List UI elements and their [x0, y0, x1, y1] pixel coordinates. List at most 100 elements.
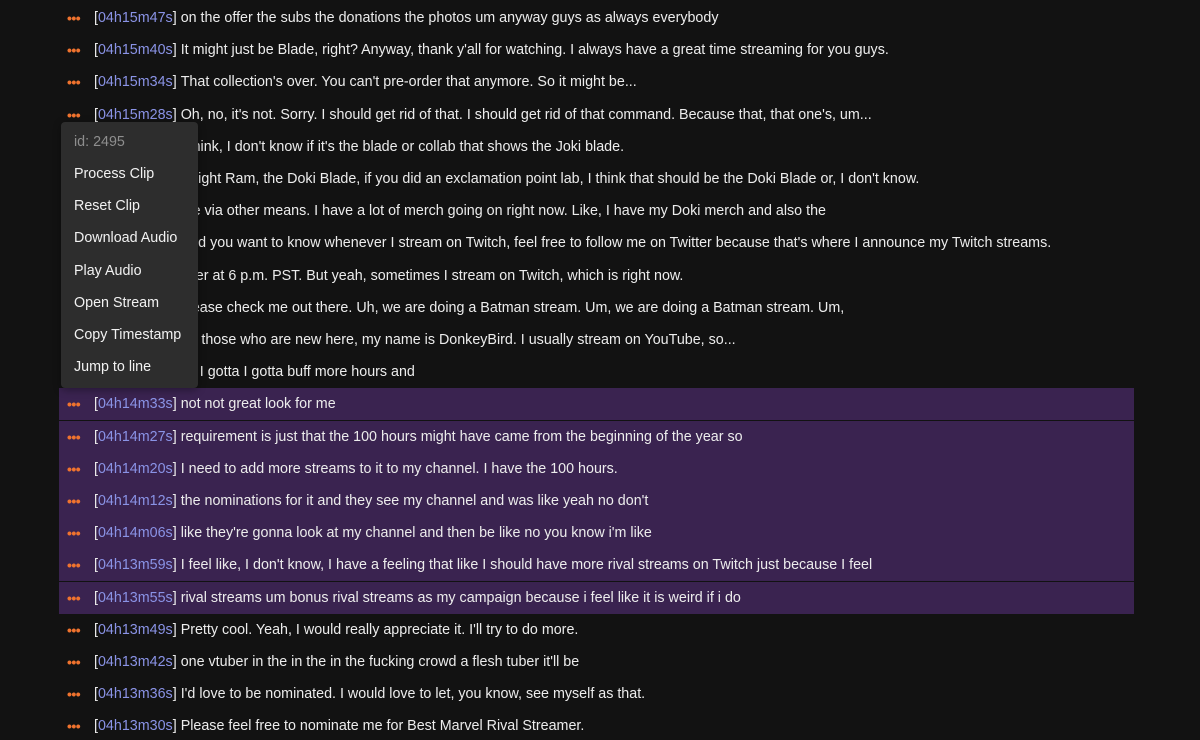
timestamp-value: 04h14m20s [97, 460, 173, 477]
transcript-line-selected[interactable]: ••• [04h14m27s] requirement is just that t… [59, 420, 1134, 453]
timestamp-bracket-close: ] [172, 460, 177, 477]
line-text: one vtuber in the in the in the fucking … [180, 654, 580, 670]
transcript-line[interactable]: •••[04h15m01s]And you want to know whene… [59, 227, 1134, 259]
ellipsis-icon[interactable]: ••• [67, 687, 83, 701]
transcript-line[interactable]: •••[04h15m08s]me via other means. I have… [59, 195, 1134, 227]
ellipsis-icon[interactable]: ••• [67, 526, 83, 540]
ellipsis-icon[interactable]: ••• [67, 11, 83, 25]
ellipsis-icon[interactable]: ••• [67, 75, 83, 89]
ellipsis-icon[interactable]: ••• [67, 108, 83, 122]
timestamp-bracket-close: ] [172, 42, 177, 59]
transcript-line[interactable]: ••• [04h13m49s] Pretty cool. Yeah, I would… [59, 614, 1134, 646]
line-text: I need to add more streams to it to my c… [180, 460, 618, 477]
timestamp-bracket-close: ] [172, 74, 177, 91]
timestamp-value: 04h13m59s [97, 557, 173, 574]
ellipsis-icon[interactable]: ••• [67, 43, 83, 57]
transcript-line-selected[interactable]: ••• [04h14m33s] not not great look for me [59, 388, 1134, 421]
line-context-menu: id: 2495 Process Clip Reset Clip Download … [61, 122, 198, 388]
timestamp-link[interactable]: [04h13m49s] [94, 622, 177, 638]
timestamp-link[interactable]: [04h13m30s] [94, 718, 177, 734]
ellipsis-icon[interactable]: ••• [67, 397, 83, 411]
transcript-line[interactable]: •••[04h15m22s]I think, I don't know if i… [59, 131, 1134, 163]
line-text: Oh, no, it's not. Sorry. I should get ri… [180, 106, 872, 123]
ellipsis-icon[interactable]: ••• [67, 623, 83, 637]
transcript-line[interactable]: ••• [04h13m36s] I'd love to be nominated. … [59, 678, 1134, 710]
timestamp-bracket-close: ] [172, 718, 177, 735]
ellipsis-icon[interactable]: ••• [67, 494, 83, 508]
timestamp-value: 04h14m27s [97, 428, 173, 445]
timestamp-link[interactable]: [04h13m36s] [94, 686, 177, 702]
timestamp-link[interactable]: [04h13m42s] [94, 654, 177, 670]
menu-item-copy-timestamp[interactable]: Copy Timestamp [61, 319, 198, 351]
timestamp-value: 04h15m40s [97, 42, 173, 59]
transcript-line[interactable]: •••[04h14m38s]so I gotta I gotta buff mo… [59, 356, 1134, 388]
menu-item-jump-to-line[interactable]: Jump to line [61, 351, 198, 383]
ellipsis-icon[interactable]: ••• [67, 719, 83, 733]
timestamp-value: 04h15m34s [97, 74, 173, 91]
timestamp-bracket-close: ] [172, 493, 177, 509]
ellipsis-icon[interactable]: ••• [67, 558, 83, 572]
menu-line-id: id: 2495 [74, 134, 125, 150]
line-text: requirement is just that the 100 hours m… [180, 428, 743, 445]
timestamp-value: 04h14m06s [97, 525, 173, 542]
line-text: Please feel free to nominate me for Best… [180, 718, 585, 735]
ellipsis-icon[interactable]: ••• [67, 462, 83, 476]
line-text: so I gotta I gotta buff more hours and [180, 364, 415, 381]
ellipsis-icon[interactable]: ••• [67, 591, 83, 605]
timestamp-link[interactable]: [04h14m20s] [94, 461, 177, 477]
timestamp-value: 04h13m49s [97, 621, 173, 638]
menu-item-open-stream[interactable]: Open Stream [61, 287, 198, 319]
timestamp-link[interactable]: [04h15m47s] [94, 10, 177, 26]
timestamp-bracket-close: ] [172, 525, 177, 542]
ellipsis-icon[interactable]: ••• [67, 430, 83, 444]
transcript-line[interactable]: •••[04h15m15s]Alright Ram, the Doki Blad… [59, 163, 1134, 195]
transcript-line[interactable]: •••[04h14m42s]for those who are new here… [59, 324, 1134, 356]
timestamp-link[interactable]: [04h14m12s] [94, 493, 177, 509]
timestamp-link[interactable]: [04h14m33s] [94, 396, 177, 412]
transcript-line[interactable]: ••• [04h15m40s] It might just be Blade, ri… [59, 34, 1134, 66]
timestamp-link[interactable]: [04h14m06s] [94, 525, 177, 541]
timestamp-bracket-close: ] [172, 106, 177, 123]
line-text: I think, I don't know if it's the blade … [180, 138, 625, 155]
timestamp-link[interactable]: [04h14m27s] [94, 429, 177, 445]
timestamp-link[interactable]: [04h15m40s] [94, 42, 177, 58]
transcript-line[interactable]: •••[04h14m48s]please check me out there.… [59, 292, 1134, 324]
timestamp-link[interactable]: [04h15m34s] [94, 74, 177, 90]
line-text: rival streams um bonus rival streams as … [180, 589, 741, 606]
ellipsis-icon[interactable]: ••• [67, 655, 83, 669]
timestamp-value: 04h13m42s [97, 654, 173, 670]
transcript-line[interactable]: ••• [04h13m42s] one vtuber in the in the i… [59, 646, 1134, 678]
timestamp-value: 04h13m36s [97, 686, 173, 703]
timestamp-value: 04h13m30s [97, 718, 173, 735]
line-text: the nominations for it and they see my c… [180, 493, 649, 509]
transcript-line-selected[interactable]: ••• [04h14m20s] I need to add more streams… [59, 452, 1134, 485]
transcript-line[interactable]: •••[04h14m55s]later at 6 p.m. PST. But y… [59, 260, 1134, 292]
line-text: Alright Ram, the Doki Blade, if you did … [180, 171, 920, 187]
timestamp-link[interactable]: [04h13m59s] [94, 557, 177, 573]
transcript-line[interactable]: ••• [04h15m34s] That collection's over. Yo… [59, 66, 1134, 98]
line-text: please check me out there. Uh, we are do… [180, 299, 845, 316]
timestamp-bracket-close: ] [172, 10, 177, 26]
line-text: It might just be Blade, right? Anyway, t… [180, 42, 889, 59]
timestamp-value: 04h15m28s [97, 106, 173, 123]
menu-item-play-audio[interactable]: Play Audio [61, 255, 198, 287]
line-text: later at 6 p.m. PST. But yeah, sometimes… [180, 267, 684, 284]
menu-item-process-clip[interactable]: Process Clip [61, 158, 198, 190]
transcript-line-selected[interactable]: ••• [04h13m55s] rival streams um bonus riv… [59, 581, 1134, 614]
menu-item-download-audio[interactable]: Download Audio [61, 222, 198, 254]
transcript-line[interactable]: ••• [04h13m30s] Please feel free to nomina… [59, 710, 1134, 740]
transcript-line-selected[interactable]: ••• [04h14m06s] like they're gonna look at… [59, 517, 1134, 550]
timestamp-value: 04h14m12s [97, 493, 173, 509]
transcript-line-selected[interactable]: ••• [04h14m12s] the nominations for it and… [59, 485, 1134, 517]
transcript-line[interactable]: ••• [04h15m47s] on the offer the subs the … [59, 2, 1134, 34]
transcript-line[interactable]: ••• [04h15m28s] Oh, no, it's not. Sorry. I… [59, 99, 1134, 131]
timestamp-bracket-close: ] [172, 621, 177, 638]
timestamp-bracket-close: ] [172, 589, 177, 606]
timestamp-bracket-close: ] [172, 396, 177, 413]
timestamp-bracket-close: ] [172, 428, 177, 445]
menu-item-reset-clip[interactable]: Reset Clip [61, 190, 198, 222]
timestamp-value: 04h13m55s [97, 589, 173, 606]
timestamp-link[interactable]: [04h13m55s] [94, 590, 177, 606]
timestamp-link[interactable]: [04h15m28s] [94, 107, 177, 123]
transcript-line-selected[interactable]: ••• [04h13m59s] I feel like, I don't know,… [59, 549, 1134, 582]
